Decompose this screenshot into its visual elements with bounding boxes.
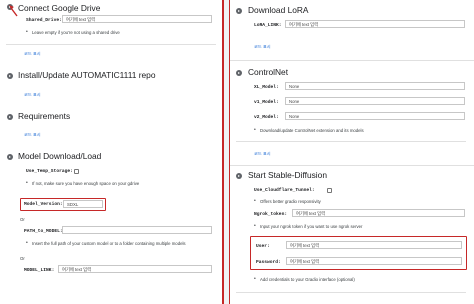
show-code-link[interactable]: 코드 표시 <box>254 151 271 157</box>
controlnet-hint: Download/update ControlNet extension and… <box>260 128 364 133</box>
cloudflare-hint: Offers better gradio responsivity <box>260 199 321 204</box>
v2-model-select[interactable]: None <box>285 112 465 120</box>
xl-model-select[interactable]: None <box>285 82 465 90</box>
bullet-icon: • <box>26 240 28 246</box>
model-link-label: MODEL_LINK: <box>24 268 55 273</box>
panel-divider <box>222 0 229 304</box>
show-code-link[interactable]: 코드 표시 <box>254 44 271 50</box>
temp-storage-label: Use_Temp_Storage: <box>26 169 73 174</box>
model-version-label: Model_Version: <box>24 202 63 207</box>
path-to-model-input[interactable] <box>62 226 212 234</box>
section-title-controlnet: ControlNet <box>248 67 289 77</box>
lora-link-label: LoRA_LINK: <box>254 23 282 28</box>
run-cell-icon[interactable] <box>236 8 242 14</box>
password-input[interactable]: 여기에 text 입력 <box>286 257 462 265</box>
lora-link-input[interactable]: 여기에 text 입력 <box>285 20 465 28</box>
run-cell-icon[interactable] <box>7 73 13 79</box>
temp-storage-checkbox[interactable] <box>74 169 79 174</box>
v2-model-label: v2_Model: <box>254 115 279 120</box>
user-input[interactable]: 여기에 text 입력 <box>286 241 462 249</box>
run-cell-icon[interactable] <box>236 173 242 179</box>
shared-drive-hint: Leave empty if you're not using a shared… <box>32 30 120 35</box>
bullet-icon: • <box>254 127 256 133</box>
bullet-icon: • <box>254 198 256 204</box>
run-cell-icon[interactable] <box>7 114 13 120</box>
credentials-hint: Add credentials to your Gradio interface… <box>260 277 355 282</box>
bullet-icon: • <box>254 276 256 282</box>
v1-model-select[interactable]: None <box>285 97 465 105</box>
bullet-icon: • <box>254 223 256 229</box>
or-text: Or <box>20 256 25 261</box>
separator <box>236 141 466 142</box>
section-title-requirements: Requirements <box>18 111 71 121</box>
section-title-install: Install/Update AUTOMATIC1111 repo <box>18 70 156 80</box>
model-link-input[interactable]: 여기에 text 입력 <box>58 265 212 273</box>
separator <box>230 165 474 166</box>
bullet-icon: • <box>26 29 28 35</box>
xl-model-label: XL_Model: <box>254 85 279 90</box>
right-notebook-panel: Download LoRA LoRA_LINK: 여기에 text 입력 코드 … <box>229 0 474 304</box>
show-code-link[interactable]: 코드 표시 <box>24 51 41 57</box>
path-hint: Insert the full path of your custom mode… <box>32 241 186 246</box>
cloudflare-label: Use_Cloudflare_Tunnel: <box>254 188 315 193</box>
shared-drive-label: Shared_Drive: <box>26 18 62 23</box>
cloudflare-checkbox[interactable] <box>327 188 332 193</box>
ngrok-hint: Input your ngrok token if you want to us… <box>260 224 363 229</box>
section-title-model-download: Model Download/Load <box>18 151 102 161</box>
bullet-icon: • <box>26 180 28 186</box>
section-title-connect-drive: Connect Google Drive <box>18 3 101 13</box>
run-cell-icon[interactable] <box>236 70 242 76</box>
path-to-model-label: PATH_to_MODEL: <box>24 229 63 234</box>
left-notebook-panel: Connect Google Drive Shared_Drive: 여기에 t… <box>0 0 222 304</box>
separator <box>230 60 474 61</box>
ngrok-label: Ngrok_token: <box>254 212 288 217</box>
or-text: Or <box>20 217 25 222</box>
password-label: Password: <box>256 260 281 265</box>
ngrok-input[interactable]: 여기에 text 입력 <box>292 209 465 217</box>
shared-drive-input[interactable]: 여기에 text 입력 <box>62 15 212 23</box>
separator <box>6 44 216 45</box>
separator <box>236 292 466 293</box>
section-title-download-lora: Download LoRA <box>248 5 309 15</box>
run-cell-icon[interactable] <box>7 154 13 160</box>
section-title-start-sd: Start Stable-Diffusion <box>248 170 327 180</box>
v1-model-label: v1_Model: <box>254 100 279 105</box>
show-code-link[interactable]: 코드 표시 <box>24 92 41 98</box>
model-version-select[interactable]: SDXL <box>63 200 103 208</box>
show-code-link[interactable]: 코드 표시 <box>24 132 41 138</box>
user-label: User: <box>256 244 270 249</box>
temp-storage-hint: If not, make sure you have enough space … <box>32 181 140 186</box>
